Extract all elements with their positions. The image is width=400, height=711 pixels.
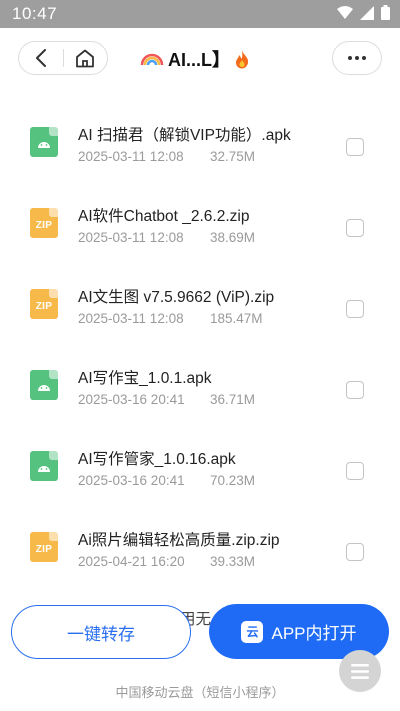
file-checkbox[interactable] — [346, 300, 364, 318]
zip-file-icon: ZIP — [30, 532, 58, 562]
file-date: 2025-03-16 20:41 — [78, 392, 185, 407]
status-bar: 10:47 — [0, 0, 400, 28]
file-date: 2025-04-21 16:20 — [78, 554, 185, 569]
back-button[interactable] — [19, 41, 63, 75]
header: AI...L】 — [0, 28, 400, 92]
android-icon — [38, 466, 50, 472]
home-icon — [76, 49, 95, 67]
rainbow-icon — [140, 53, 164, 66]
apk-file-icon — [30, 127, 58, 157]
file-fold — [49, 289, 58, 298]
file-size: 32.75M — [210, 149, 256, 164]
file-name: Ai照片编辑轻松高质量.zip.zip — [78, 532, 280, 549]
file-fold — [49, 208, 58, 217]
status-time: 10:47 — [12, 4, 58, 23]
file-fold — [49, 127, 58, 136]
cloud-icon-glyph: 云 — [246, 625, 259, 639]
zip-file-icon: ZIP — [30, 289, 58, 319]
file-size: 36.71M — [210, 392, 256, 407]
file-name: AI 扫描君（解锁VIP功能）.apk — [78, 127, 291, 144]
file-row[interactable]: ZIP AI软件Chatbot _2.6.2.zip 2025-03-11 12… — [0, 173, 400, 253]
menu-icon — [351, 663, 369, 679]
file-date: 2025-03-11 12:08 — [78, 230, 184, 245]
title-text: AI...L】 — [168, 50, 230, 70]
signal-icon — [360, 5, 374, 20]
file-size: 70.23M — [210, 473, 256, 488]
battery-icon — [381, 5, 390, 20]
file-row[interactable]: ZIP Ai照片编辑轻松高质量.zip.zip 2025-04-21 16:20… — [0, 497, 400, 577]
zip-badge: ZIP — [35, 301, 53, 312]
zip-file-icon: ZIP — [30, 208, 58, 238]
zip-badge: ZIP — [35, 544, 53, 555]
file-size: 38.69M — [210, 230, 256, 245]
file-name: AI写作管家_1.0.16.apk — [78, 451, 236, 468]
status-icons — [337, 5, 390, 20]
wifi-icon — [337, 5, 353, 19]
zip-badge: ZIP — [35, 220, 53, 231]
file-fold — [49, 532, 58, 541]
file-checkbox[interactable] — [346, 381, 364, 399]
file-fold — [49, 370, 58, 379]
save-button-label: 一键转存 — [67, 624, 135, 644]
file-size: 185.47M — [210, 311, 263, 326]
file-fold — [49, 451, 58, 460]
open-button-label: APP内打开 — [271, 624, 357, 643]
file-name: AI写作宝_1.0.1.apk — [78, 370, 212, 387]
android-icon — [38, 385, 50, 391]
file-row[interactable]: AI写作管家_1.0.16.apk 2025-03-16 20:41 70.23… — [0, 416, 400, 496]
nav-pill — [18, 41, 108, 75]
apk-file-icon — [30, 370, 58, 400]
page-title: AI...L】 — [140, 46, 265, 72]
file-row[interactable]: AI 扫描君（解锁VIP功能）.apk 2025-03-11 12:08 32.… — [0, 92, 400, 172]
menu-fab[interactable] — [339, 650, 381, 692]
cloud-icon: 云 — [241, 620, 264, 643]
file-checkbox[interactable] — [346, 219, 364, 237]
save-to-cloud-button[interactable]: 一键转存 — [11, 605, 191, 659]
file-row[interactable]: AI写作宝_1.0.1.apk 2025-03-16 20:41 36.71M — [0, 335, 400, 415]
footer-text: 中国移动云盘（短信小程序） — [115, 685, 285, 700]
fire-icon — [236, 50, 249, 69]
file-checkbox[interactable] — [346, 543, 364, 561]
more-dots-icon — [348, 56, 366, 60]
file-row[interactable]: ZIP AI文生图 v7.5.9662 (ViP).zip 2025-03-11… — [0, 254, 400, 334]
file-name: AI软件Chatbot _2.6.2.zip — [78, 208, 250, 225]
file-date: 2025-03-11 12:08 — [78, 311, 184, 326]
chevron-left-icon — [35, 49, 46, 67]
file-checkbox[interactable] — [346, 462, 364, 480]
file-checkbox[interactable] — [346, 138, 364, 156]
file-date: 2025-03-11 12:08 — [78, 149, 184, 164]
home-button[interactable] — [63, 41, 107, 75]
android-icon — [38, 142, 50, 148]
more-button[interactable] — [332, 41, 382, 75]
apk-file-icon — [30, 451, 58, 481]
file-name: AI文生图 v7.5.9662 (ViP).zip — [78, 289, 275, 306]
file-size: 39.33M — [210, 554, 256, 569]
file-date: 2025-03-16 20:41 — [78, 473, 185, 488]
